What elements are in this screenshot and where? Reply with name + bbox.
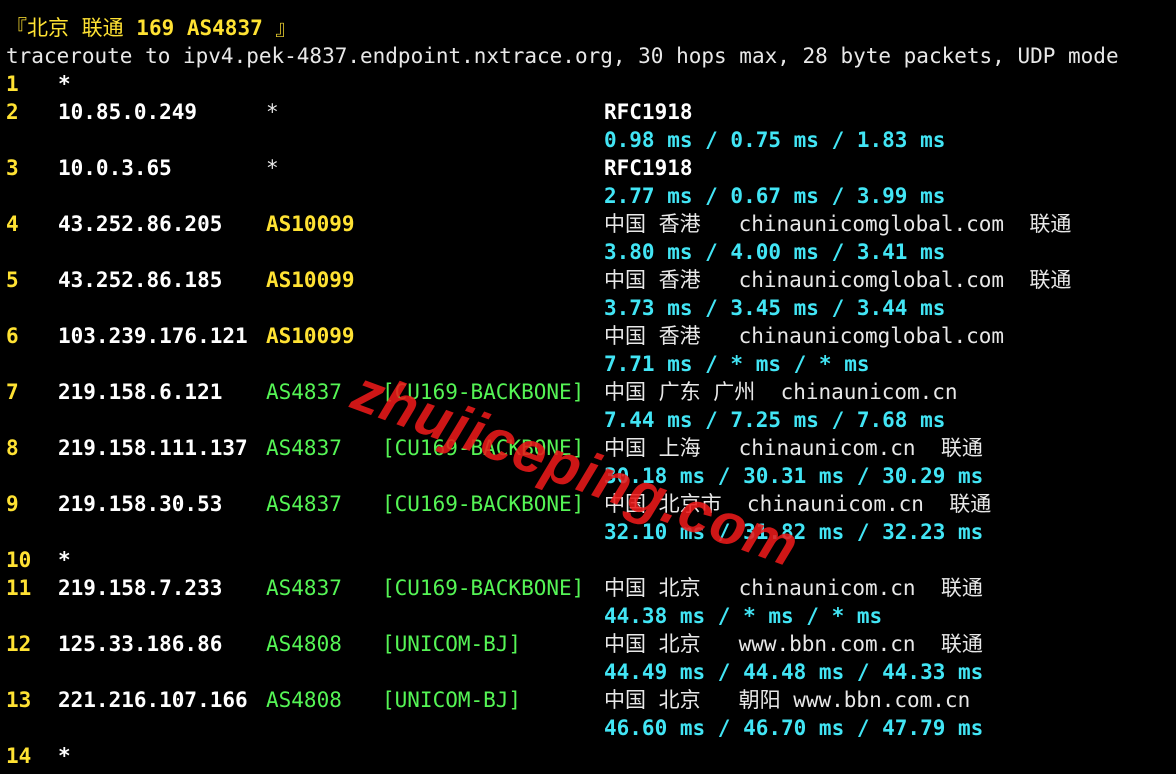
hop-asn: AS4808 [266, 632, 342, 656]
hop-row: 3 10.0.3.65 * RFC1918 [6, 154, 1172, 182]
hop-row: 6 103.239.176.121 AS10099 中国 香港 chinaunicom… [6, 322, 1172, 350]
hop-asn: AS4837 [266, 436, 342, 460]
hop-ip: 103.239.176.121 [58, 324, 248, 348]
hop-ip: * [58, 744, 71, 768]
hop-rtt: 30.18 ms / 30.31 ms / 30.29 ms [604, 464, 984, 488]
hop-number: 4 [6, 212, 19, 236]
hop-number: 6 [6, 324, 19, 348]
hop-row: 14 * [6, 742, 1172, 770]
hop-geo: 中国 香港 chinaunicomglobal.com 联通 [604, 268, 1072, 292]
hop-backbone-tag: [UNICOM-BJ] [382, 688, 522, 712]
hop-number: 9 [6, 492, 19, 516]
hop-backbone-tag: [UNICOM-BJ] [382, 632, 522, 656]
hop-ip: 10.0.3.65 [58, 156, 172, 180]
hop-row: 12 125.33.186.86 AS4808 [UNICOM-BJ] 中国 北京 ww… [6, 630, 1172, 658]
hop-rtt: 44.49 ms / 44.48 ms / 44.33 ms [604, 660, 984, 684]
hop-row: 13 221.216.107.166 AS4808 [UNICOM-BJ] 中国 北京 … [6, 686, 1172, 714]
hop-row: 10 * [6, 546, 1172, 574]
hop-number: 13 [6, 688, 32, 712]
hop-rtt-row: 7.44 ms / 7.25 ms / 7.68 ms [6, 406, 1172, 434]
hop-number: 8 [6, 436, 19, 460]
hop-geo: 中国 广东 广州 chinaunicom.cn [604, 380, 958, 404]
hop-geo: 中国 上海 chinaunicom.cn 联通 [604, 436, 983, 460]
title-prefix: 『北京 联通 [6, 16, 137, 40]
hop-backbone-tag: [CU169-BACKBONE] [382, 576, 585, 600]
title-bold: 169 AS4837 [136, 16, 263, 40]
hop-rtt: 7.44 ms / 7.25 ms / 7.68 ms [604, 408, 946, 432]
hop-asn: * [266, 156, 279, 180]
hop-rtt: 3.80 ms / 4.00 ms / 3.41 ms [604, 240, 946, 264]
hop-geo: 中国 香港 chinaunicomglobal.com [604, 324, 1005, 348]
title-line: 『北京 联通 169 AS4837 』 [6, 14, 1172, 42]
hop-asn: AS10099 [266, 324, 355, 348]
hop-ip: 221.216.107.166 [58, 688, 248, 712]
hop-rtt: 46.60 ms / 46.70 ms / 47.79 ms [604, 716, 984, 740]
hop-number: 2 [6, 100, 19, 124]
hop-row: 1 * [6, 70, 1172, 98]
hop-asn: AS4808 [266, 688, 342, 712]
hop-asn: AS10099 [266, 212, 355, 236]
hop-ip: * [58, 72, 71, 96]
hop-asn: AS4837 [266, 380, 342, 404]
hop-rtt-row: 3.73 ms / 3.45 ms / 3.44 ms [6, 294, 1172, 322]
hop-number: 11 [6, 576, 32, 600]
hop-geo: RFC1918 [604, 100, 693, 124]
hop-geo: 中国 北京 chinaunicom.cn 联通 [604, 576, 983, 600]
hop-rtt-row: 46.60 ms / 46.70 ms / 47.79 ms [6, 714, 1172, 742]
hop-number: 3 [6, 156, 19, 180]
hop-ip: 219.158.7.233 [58, 576, 223, 600]
hop-rtt-row: 7.71 ms / * ms / * ms [6, 350, 1172, 378]
hop-ip: 43.252.86.185 [58, 268, 223, 292]
hop-rtt-row: 2.77 ms / 0.67 ms / 3.99 ms [6, 182, 1172, 210]
hop-row: 7 219.158.6.121 AS4837 [CU169-BACKBONE] 中国 广… [6, 378, 1172, 406]
hop-rtt-row: 32.10 ms / 31.82 ms / 32.23 ms [6, 518, 1172, 546]
traceroute-command: traceroute to ipv4.pek-4837.endpoint.nxt… [6, 44, 1119, 68]
hop-backbone-tag: [CU169-BACKBONE] [382, 380, 585, 404]
hop-rtt: 7.71 ms / * ms / * ms [604, 352, 870, 376]
hop-geo: RFC1918 [604, 156, 693, 180]
hop-asn: AS4837 [266, 576, 342, 600]
hop-rtt-row: 44.38 ms / * ms / * ms [6, 602, 1172, 630]
hop-rtt: 0.98 ms / 0.75 ms / 1.83 ms [604, 128, 946, 152]
hop-ip: 219.158.111.137 [58, 436, 248, 460]
hop-geo: 中国 北京市 chinaunicom.cn 联通 [604, 492, 992, 516]
hop-ip: * [58, 548, 71, 572]
hop-row: 4 43.252.86.205 AS10099 中国 香港 chinaunicomgl… [6, 210, 1172, 238]
hop-asn: * [266, 100, 279, 124]
hop-ip: 219.158.30.53 [58, 492, 223, 516]
hop-number: 7 [6, 380, 19, 404]
hop-row: 9 219.158.30.53 AS4837 [CU169-BACKBONE] 中国 北… [6, 490, 1172, 518]
hop-rtt: 32.10 ms / 31.82 ms / 32.23 ms [604, 520, 984, 544]
hop-number: 1 [6, 72, 19, 96]
hop-number: 5 [6, 268, 19, 292]
hop-rtt-row: 0.98 ms / 0.75 ms / 1.83 ms [6, 126, 1172, 154]
hop-ip: 219.158.6.121 [58, 380, 223, 404]
hop-rtt-row: 44.49 ms / 44.48 ms / 44.33 ms [6, 658, 1172, 686]
hop-row: 5 43.252.86.185 AS10099 中国 香港 chinaunicomgl… [6, 266, 1172, 294]
hop-rtt-row: 3.80 ms / 4.00 ms / 3.41 ms [6, 238, 1172, 266]
hop-ip: 43.252.86.205 [58, 212, 223, 236]
hop-asn: AS4837 [266, 492, 342, 516]
hop-geo: 中国 香港 chinaunicomglobal.com 联通 [604, 212, 1072, 236]
hop-number: 14 [6, 744, 32, 768]
hop-backbone-tag: [CU169-BACKBONE] [382, 492, 585, 516]
hop-number: 12 [6, 632, 32, 656]
hop-rtt: 44.38 ms / * ms / * ms [604, 604, 883, 628]
hop-geo: 中国 北京 www.bbn.com.cn 联通 [604, 632, 983, 656]
hop-number: 10 [6, 548, 32, 572]
hop-row: 2 10.85.0.249 * RFC1918 [6, 98, 1172, 126]
hop-ip: 10.85.0.249 [58, 100, 198, 124]
hop-list: 1 * 2 10.85.0.249 * RFC1918 0.98 ms / 0.75 ms … [6, 70, 1172, 770]
hop-rtt: 3.73 ms / 3.45 ms / 3.44 ms [604, 296, 946, 320]
hop-asn: AS10099 [266, 268, 355, 292]
title-suffix: 』 [262, 16, 297, 40]
hop-rtt-row: 30.18 ms / 30.31 ms / 30.29 ms [6, 462, 1172, 490]
hop-rtt: 2.77 ms / 0.67 ms / 3.99 ms [604, 184, 946, 208]
hop-row: 11 219.158.7.233 AS4837 [CU169-BACKBONE] 中国 … [6, 574, 1172, 602]
hop-backbone-tag: [CU169-BACKBONE] [382, 436, 585, 460]
hop-ip: 125.33.186.86 [58, 632, 223, 656]
terminal-output: 『北京 联通 169 AS4837 』 traceroute to ipv4.p… [6, 14, 1172, 770]
hop-geo: 中国 北京 朝阳 www.bbn.com.cn [604, 688, 971, 712]
hop-row: 8 219.158.111.137 AS4837 [CU169-BACKBONE] 中国… [6, 434, 1172, 462]
